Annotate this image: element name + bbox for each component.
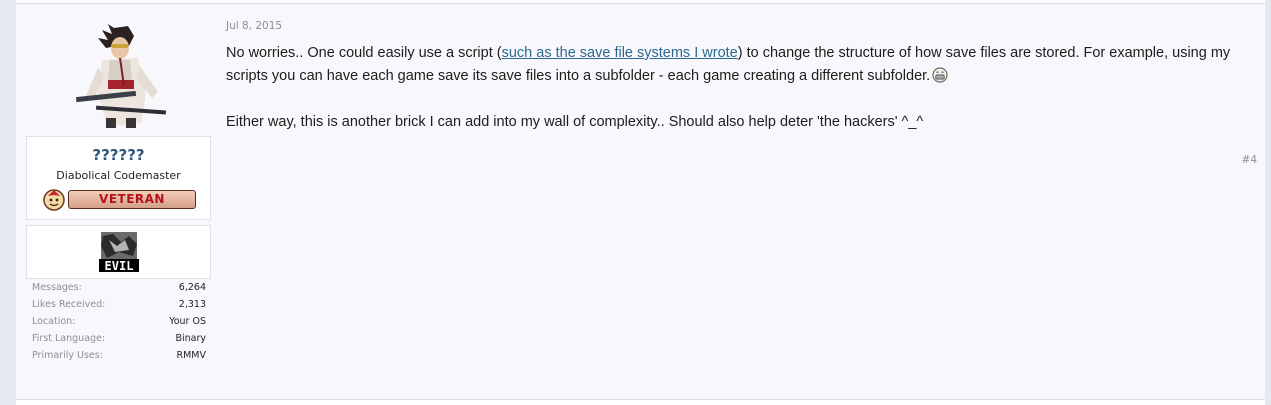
stat-row: First Language: Binary	[32, 333, 206, 350]
evil-banner-text: EVIL	[105, 259, 134, 272]
stat-value: Binary	[175, 333, 206, 344]
post-permalink-number[interactable]: #4	[1242, 154, 1257, 166]
veteran-badge: VETERAN	[42, 187, 198, 211]
message-text: No worries.. One could easily use a scri…	[226, 45, 502, 61]
stat-value: Your OS	[169, 316, 206, 327]
user-title: Diabolical Codemaster	[56, 169, 181, 182]
username-link[interactable]: ??????	[27, 146, 210, 164]
stat-row: Messages: 6,264	[32, 282, 206, 299]
post-message: No worries.. One could easily use a scri…	[226, 42, 1236, 134]
stat-label: Primarily Uses:	[32, 350, 103, 361]
user-banner-box: EVIL	[26, 225, 211, 279]
page-left-gutter	[0, 0, 16, 405]
evil-banner-image: EVIL	[99, 232, 139, 272]
stat-label: Messages:	[32, 282, 82, 293]
stat-row: Likes Received: 2,313	[32, 299, 206, 316]
message-paragraph: No worries.. One could easily use a scri…	[226, 42, 1236, 88]
user-stats: Messages: 6,264 Likes Received: 2,313 Lo…	[32, 282, 206, 367]
user-profile-box: ?????? Diabolical Codemaster VETERAN	[26, 136, 211, 220]
message-paragraph: Either way, this is another brick I can …	[226, 114, 924, 130]
stat-row: Primarily Uses: RMMV	[32, 350, 206, 367]
user-info-column: ?????? Diabolical Codemaster VETERAN EVI…	[16, 4, 226, 399]
save-file-systems-link[interactable]: such as the save file systems I wrote	[502, 45, 738, 61]
post-date[interactable]: Jul 8, 2015	[226, 20, 282, 32]
stat-row: Location: Your OS	[32, 316, 206, 333]
stat-label: First Language:	[32, 333, 106, 344]
user-avatar[interactable]	[72, 22, 172, 128]
stat-value: RMMV	[176, 350, 207, 361]
page-right-gutter	[1265, 0, 1271, 405]
grin-emoji-icon	[932, 67, 948, 83]
veteran-icon	[43, 189, 65, 211]
forum-post: ?????? Diabolical Codemaster VETERAN EVI…	[16, 3, 1265, 400]
stat-value[interactable]: 6,264	[179, 282, 206, 293]
veteran-badge-label: VETERAN	[68, 190, 196, 209]
stat-value: 2,313	[178, 299, 206, 310]
stat-label: Likes Received:	[32, 299, 106, 310]
stat-label: Location:	[32, 316, 76, 327]
